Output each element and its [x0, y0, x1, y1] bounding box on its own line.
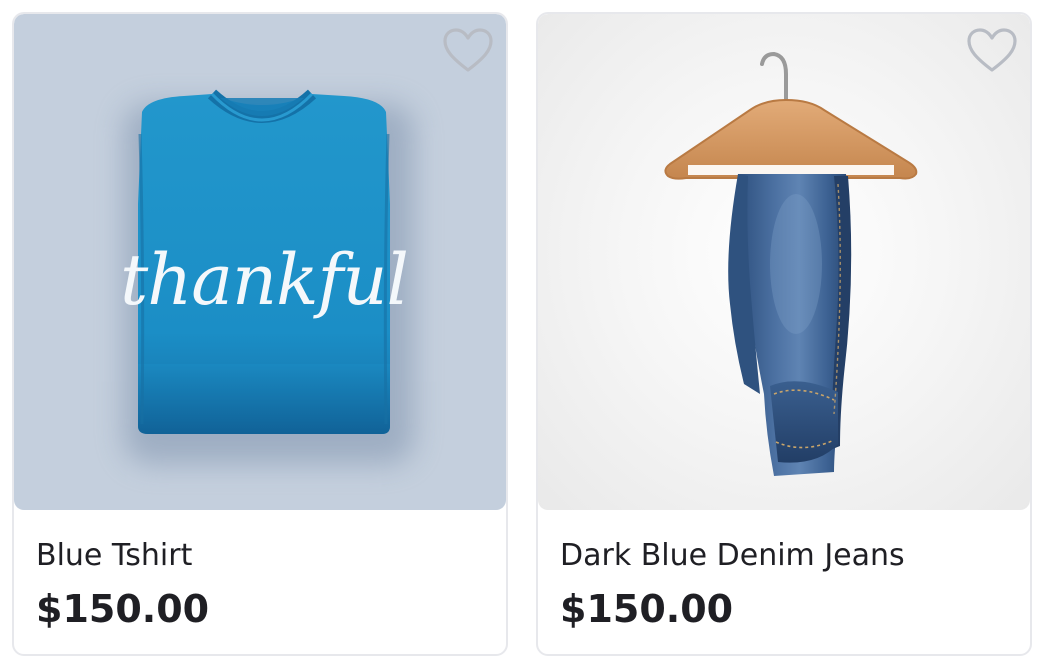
product-info: Blue Tshirt $150.00	[36, 536, 486, 632]
tshirt-print-text: thankful	[120, 239, 408, 321]
denim-jeans-illustration	[664, 51, 918, 476]
favorite-heart-icon[interactable]	[442, 28, 494, 74]
product-price: $150.00	[36, 587, 210, 631]
favorite-heart-icon[interactable]	[966, 28, 1018, 74]
product-card-blue-tshirt[interactable]: thankful Blue Tshirt $150.00	[12, 12, 508, 656]
product-name[interactable]: Blue Tshirt	[36, 536, 486, 576]
product-name[interactable]: Dark Blue Denim Jeans	[560, 536, 1010, 576]
product-card-denim-jeans[interactable]: Dark Blue Denim Jeans $150.00	[536, 12, 1032, 656]
product-image-denim-jeans[interactable]	[538, 14, 1030, 510]
product-price: $150.00	[560, 587, 734, 631]
product-info: Dark Blue Denim Jeans $150.00	[560, 536, 1010, 632]
blue-tshirt-illustration: thankful	[120, 89, 414, 464]
product-image-blue-tshirt[interactable]: thankful	[14, 14, 506, 510]
product-grid: thankful Blue Tshirt $150.00 Dark Blue D…	[0, 0, 1047, 670]
